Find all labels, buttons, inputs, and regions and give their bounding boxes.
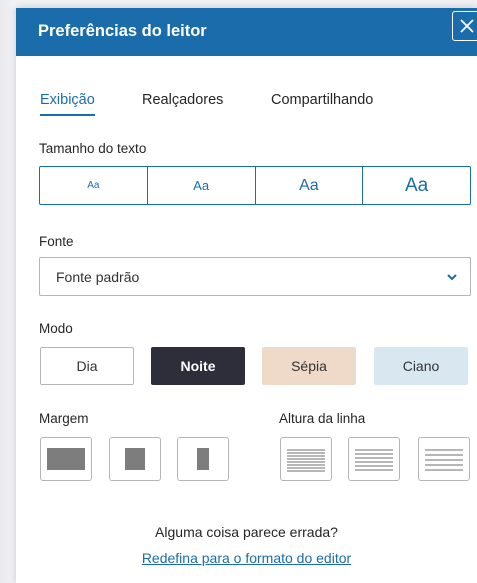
mode-ciano-button[interactable]: Ciano bbox=[374, 347, 468, 385]
reset-format-link-wrapper: Redefina para o formato do editor bbox=[16, 550, 477, 566]
font-select[interactable]: Fonte padrão bbox=[39, 257, 471, 296]
reader-preferences-panel: Preferências do leitor Exibição Realçado… bbox=[16, 8, 477, 583]
tab-realcadores[interactable]: Realçadores bbox=[142, 92, 223, 114]
panel-title: Preferências do leitor bbox=[38, 22, 207, 40]
footer-question: Alguma coisa parece errada? bbox=[155, 524, 338, 540]
chevron-down-icon bbox=[447, 274, 457, 281]
margin-medium-icon bbox=[125, 448, 145, 470]
mode-noite-button[interactable]: Noite bbox=[151, 347, 245, 385]
line-height-loose-icon bbox=[425, 449, 463, 471]
text-size-large-button[interactable]: Aa bbox=[256, 167, 364, 204]
mode-sepia-button[interactable]: Sépia bbox=[262, 347, 356, 385]
reset-format-link[interactable]: Redefina para o formato do editor bbox=[142, 550, 351, 566]
panel-header: Preferências do leitor bbox=[16, 8, 477, 56]
tab-compartilhando[interactable]: Compartilhando bbox=[271, 92, 373, 114]
text-size-largest-button[interactable]: Aa bbox=[363, 167, 470, 204]
margin-label: Margem bbox=[39, 411, 89, 426]
text-size-smallest-button[interactable]: Aa bbox=[40, 167, 148, 204]
line-height-compact-icon bbox=[287, 449, 325, 472]
font-select-value: Fonte padrão bbox=[56, 269, 140, 285]
line-height-loose-button[interactable] bbox=[418, 437, 470, 481]
close-icon bbox=[460, 19, 474, 33]
tab-exibicao[interactable]: Exibição bbox=[40, 92, 95, 116]
line-height-normal-button[interactable] bbox=[348, 437, 400, 481]
line-height-compact-button[interactable] bbox=[280, 437, 332, 481]
text-size-label: Tamanho do texto bbox=[39, 141, 147, 156]
line-height-normal-icon bbox=[355, 449, 393, 471]
margin-wide-icon bbox=[47, 448, 85, 470]
margin-wide-button[interactable] bbox=[40, 437, 92, 481]
mode-dia-button[interactable]: Dia bbox=[40, 347, 134, 385]
margin-narrow-button[interactable] bbox=[177, 437, 229, 481]
text-size-group: Aa Aa Aa Aa bbox=[39, 166, 471, 205]
close-button[interactable] bbox=[452, 11, 477, 41]
line-height-label: Altura da linha bbox=[279, 411, 366, 426]
mode-label: Modo bbox=[39, 321, 73, 336]
font-label: Fonte bbox=[39, 234, 74, 249]
text-size-small-button[interactable]: Aa bbox=[148, 167, 256, 204]
margin-narrow-icon bbox=[197, 448, 209, 470]
page-background bbox=[0, 0, 16, 583]
margin-medium-button[interactable] bbox=[109, 437, 161, 481]
